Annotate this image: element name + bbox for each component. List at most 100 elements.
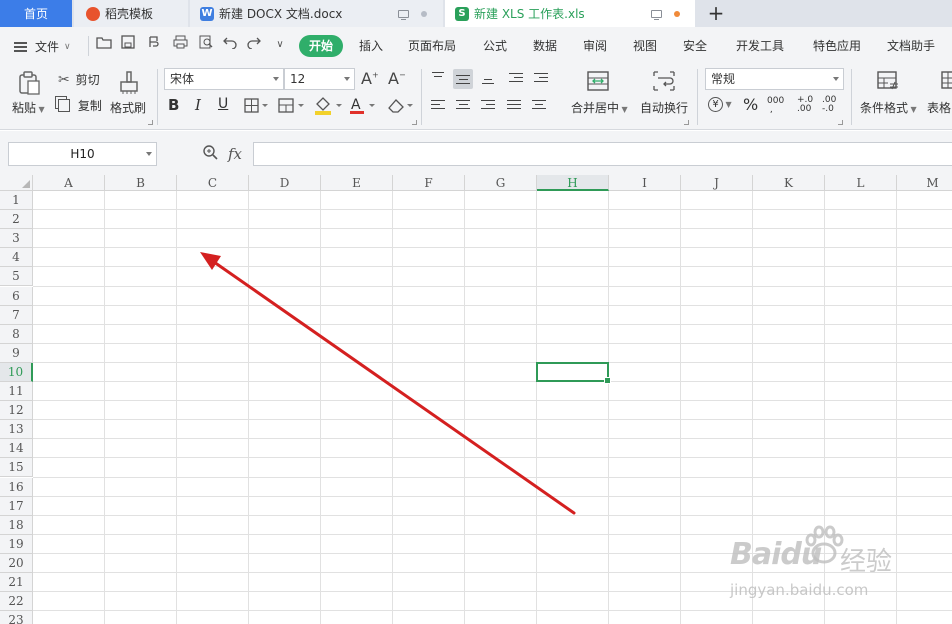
tab-page-layout[interactable]: 页面布局 [408,37,456,54]
paste-icon[interactable] [16,70,42,96]
column-header-f[interactable]: F [393,175,465,191]
decrease-decimal-icon[interactable]: .00 -.0 [822,96,836,114]
row-header-16[interactable]: 16 [0,477,33,497]
underline-icon[interactable]: U [218,96,228,112]
merge-center-icon[interactable] [586,69,610,93]
column-header-e[interactable]: E [321,175,393,191]
decrease-font-icon[interactable]: A− [388,69,406,88]
column-header-d[interactable]: D [249,175,321,191]
row-header-15[interactable]: 15 [0,458,33,478]
font-name-select[interactable]: 宋体 [164,68,284,90]
column-header-k[interactable]: K [753,175,825,191]
conditional-format-icon[interactable] [876,69,900,93]
row-header-8[interactable]: 8 [0,324,33,344]
fill-pattern-icon[interactable] [278,98,306,114]
row-header-2[interactable]: 2 [0,210,33,230]
row-header-4[interactable]: 4 [0,248,33,268]
column-header-a[interactable]: A [33,175,105,191]
row-header-10[interactable]: 10 [0,362,33,382]
align-bottom-icon[interactable] [478,69,498,89]
currency-button[interactable]: ¥ ▼ [708,96,732,112]
row-header-9[interactable]: 9 [0,343,33,363]
formula-input[interactable] [253,142,952,166]
window-icon[interactable] [651,9,662,20]
tab-xls-workbook[interactable]: S 新建 XLS 工作表.xls [445,0,695,27]
decrease-indent-icon[interactable] [506,69,526,89]
increase-font-icon[interactable]: A+ [361,69,379,88]
table-style-button[interactable]: 表格 [927,99,951,116]
row-header-22[interactable]: 22 [0,592,33,612]
new-tab-plus-icon[interactable]: + [704,2,728,26]
name-box[interactable]: H10 [8,142,157,166]
distributed-align-icon[interactable] [529,96,549,116]
print-preview-icon[interactable] [196,35,216,55]
thousands-separator-icon[interactable]: 000 , [767,97,784,115]
number-format-select[interactable]: 常规 [705,68,844,90]
row-header-1[interactable]: 1 [0,191,33,211]
save-icon[interactable] [118,35,138,55]
tab-formulas[interactable]: 公式 [483,37,507,54]
fill-color-icon[interactable] [313,96,343,116]
customize-chevron-icon[interactable]: ∨ [270,35,290,55]
clear-format-icon[interactable] [386,96,416,116]
row-header-13[interactable]: 13 [0,420,33,440]
group-launcher-icon[interactable] [412,120,417,125]
align-center-icon[interactable] [453,96,473,116]
row-header-6[interactable]: 6 [0,286,33,306]
increase-indent-icon[interactable] [531,69,551,89]
row-header-5[interactable]: 5 [0,267,33,287]
row-header-17[interactable]: 17 [0,496,33,516]
merge-center-button[interactable]: 合并居中 ▼ [571,99,628,116]
format-painter-button[interactable]: 格式刷 [110,99,146,116]
row-header-11[interactable]: 11 [0,382,33,402]
insert-function-icon[interactable]: fx [228,145,242,163]
italic-icon[interactable]: I [195,96,201,114]
format-painter-icon[interactable] [118,70,140,96]
open-folder-icon[interactable] [94,35,114,55]
column-header-i[interactable]: I [609,175,681,191]
close-dot-icon[interactable] [421,10,427,17]
export-pdf-icon[interactable] [144,35,164,55]
align-top-icon[interactable] [428,69,448,89]
undo-icon[interactable] [220,35,240,55]
column-header-m[interactable]: M [897,175,952,191]
group-launcher-icon[interactable] [838,120,843,125]
tab-insert[interactable]: 插入 [359,37,383,54]
tab-home[interactable]: 首页 [0,0,72,27]
tab-templates[interactable]: 稻壳模板 [74,0,188,27]
tab-developer[interactable]: 开发工具 [736,37,784,54]
row-header-20[interactable]: 20 [0,553,33,573]
tab-docx-document[interactable]: W 新建 DOCX 文档.docx [190,0,443,27]
column-header-h[interactable]: H [537,175,609,191]
percent-icon[interactable]: % [743,95,758,114]
row-header-21[interactable]: 21 [0,573,33,593]
zoom-function-icon[interactable] [202,144,218,164]
column-header-g[interactable]: G [465,175,537,191]
active-cell-selection[interactable] [536,361,611,385]
copy-button[interactable]: 复制 [58,97,102,114]
print-icon[interactable] [170,35,190,55]
tab-start[interactable]: 开始 [299,35,343,57]
wrap-text-icon[interactable] [651,69,677,93]
borders-icon[interactable] [244,98,270,114]
unsaved-dot-icon[interactable] [674,10,680,17]
tab-view[interactable]: 视图 [633,37,657,54]
column-header-c[interactable]: C [177,175,249,191]
row-header-18[interactable]: 18 [0,515,33,535]
column-header-l[interactable]: L [825,175,897,191]
window-icon[interactable] [398,9,409,20]
file-menu[interactable]: 文件 ∨ [14,38,71,55]
redo-icon[interactable] [244,35,264,55]
row-header-14[interactable]: 14 [0,439,33,459]
row-header-3[interactable]: 3 [0,229,33,249]
group-launcher-icon[interactable] [684,120,689,125]
conditional-format-button[interactable]: 条件格式 ▼ [860,99,917,116]
group-launcher-icon[interactable] [148,120,153,125]
tab-review[interactable]: 审阅 [583,37,607,54]
table-style-icon[interactable] [940,69,952,93]
row-header-7[interactable]: 7 [0,305,33,325]
row-header-23[interactable]: 23 [0,611,33,624]
bold-icon[interactable]: B [168,96,179,114]
font-size-select[interactable]: 12 [284,68,355,90]
align-left-icon[interactable] [428,96,448,116]
